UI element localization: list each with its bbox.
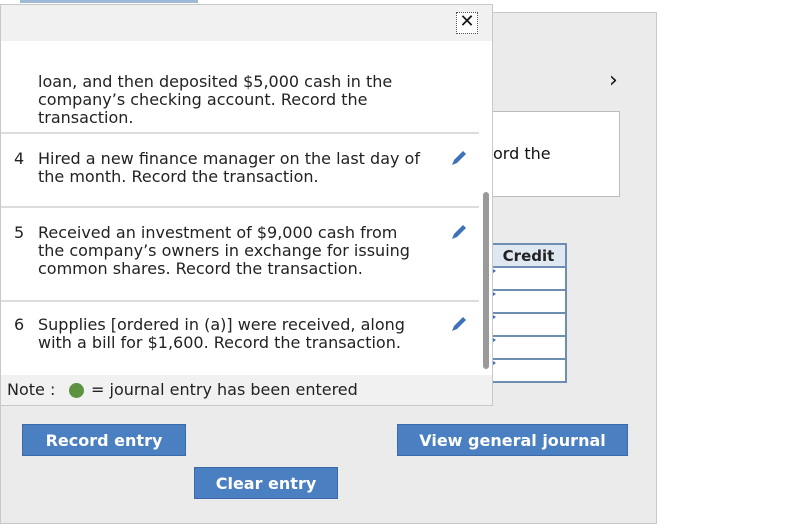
description-box: ord the: [490, 111, 620, 197]
list-item[interactable]: 4 Hired a new finance manager on the las…: [1, 134, 479, 208]
view-general-journal-button[interactable]: View general journal: [397, 424, 628, 456]
transaction-text: Received an investment of $9,000 cash fr…: [38, 223, 410, 278]
note-label: Note :: [7, 380, 56, 399]
clear-entry-button[interactable]: Clear entry: [194, 467, 338, 499]
transaction-number: 6: [14, 315, 25, 334]
credit-cell[interactable]: [490, 291, 567, 314]
transaction-text: loan, and then deposited $5,000 cash in …: [38, 72, 393, 127]
pencil-icon[interactable]: [449, 148, 469, 168]
transaction-list: loan, and then deposited $5,000 cash in …: [1, 41, 479, 374]
credit-cell[interactable]: [490, 314, 567, 337]
next-arrow-icon[interactable]: ›: [609, 70, 618, 92]
credit-cell[interactable]: [490, 337, 567, 360]
credit-cell[interactable]: [490, 268, 567, 291]
credit-header: Credit: [490, 243, 567, 268]
credit-cell[interactable]: [490, 360, 567, 383]
transaction-text: Hired a new finance manager on the last …: [38, 149, 420, 186]
pencil-icon[interactable]: [449, 222, 469, 242]
entered-dot-icon: [69, 383, 84, 398]
list-item[interactable]: loan, and then deposited $5,000 cash in …: [1, 41, 479, 134]
description-text: ord the: [493, 144, 551, 163]
journal-table: Credit: [490, 243, 567, 383]
list-item[interactable]: 5 Received an investment of $9,000 cash …: [1, 208, 479, 302]
transaction-text: Supplies [ordered in (a)] were received,…: [38, 315, 405, 352]
note-text: = journal entry has been entered: [91, 380, 358, 399]
scrollbar[interactable]: [483, 192, 489, 369]
transaction-list-popup: ✕ loan, and then deposited $5,000 cash i…: [0, 4, 493, 406]
transaction-number: 4: [14, 149, 25, 168]
pencil-icon[interactable]: [449, 314, 469, 334]
top-strip: [20, 0, 198, 3]
list-item[interactable]: 6 Supplies [ordered in (a)] were receive…: [1, 302, 479, 374]
close-icon[interactable]: ✕: [456, 12, 478, 34]
transaction-number: 5: [14, 223, 25, 242]
popup-header: ✕: [1, 5, 492, 41]
record-entry-button[interactable]: Record entry: [22, 424, 186, 456]
legend-note: Note : = journal entry has been entered: [1, 375, 492, 405]
